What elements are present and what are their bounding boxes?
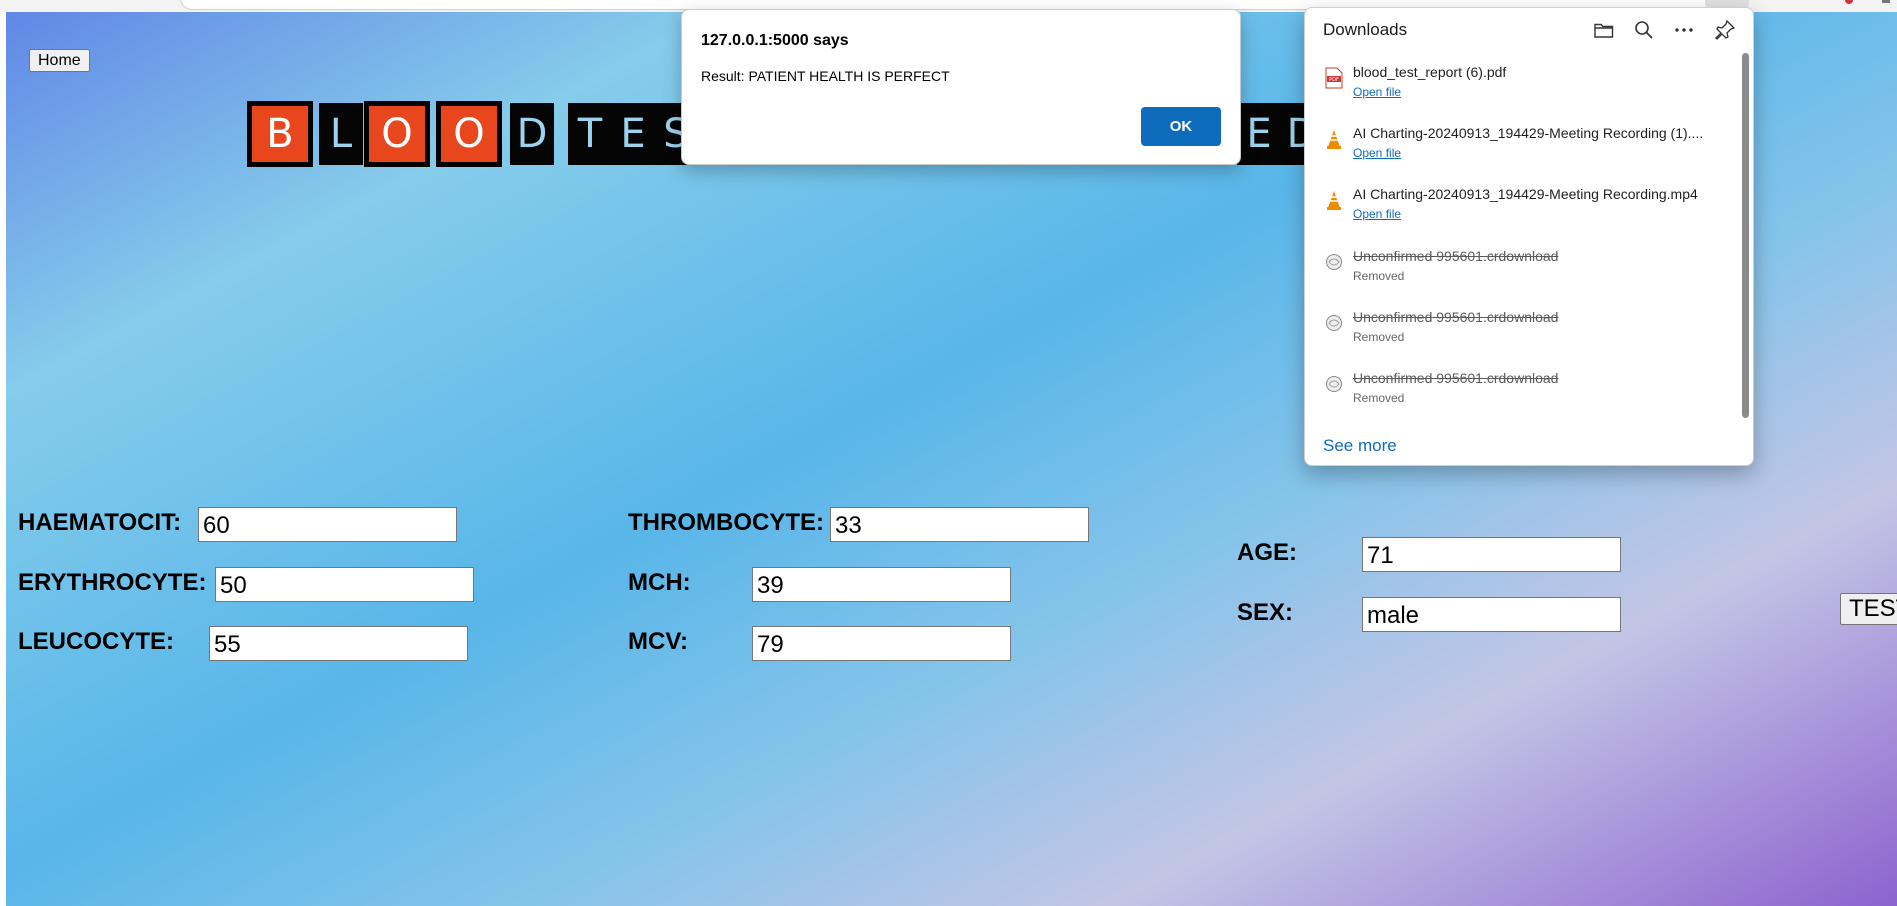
test-button[interactable]: TEST [1840, 593, 1897, 625]
search-icon[interactable] [1632, 18, 1656, 42]
erythrocyte-label: ERYTHROCYTE: [18, 569, 207, 596]
downloads-scrollbar[interactable] [1742, 53, 1749, 418]
alert-message: Result: PATIENT HEALTH IS PERFECT [701, 68, 950, 84]
download-status: Removed [1353, 391, 1405, 405]
downloads-title: Downloads [1323, 20, 1408, 39]
sex-input[interactable] [1362, 597, 1621, 632]
haematocit-input[interactable] [198, 507, 457, 542]
download-filename: Unconfirmed 995601.crdownload [1353, 309, 1559, 325]
toolbar-button[interactable] [1882, 0, 1890, 3]
download-filename: AI Charting-20240913_194429-Meeting Reco… [1353, 125, 1704, 141]
mcv-label: MCV: [628, 628, 688, 655]
download-status: Removed [1353, 269, 1405, 283]
notification-badge [1845, 0, 1853, 4]
download-item[interactable]: Unconfirmed 995601.crdownload Removed [1305, 240, 1735, 298]
open-file-link[interactable]: Open file [1353, 85, 1401, 99]
leucocyte-input[interactable] [209, 626, 468, 661]
thrombocyte-input[interactable] [830, 507, 1089, 542]
download-item[interactable]: Unconfirmed 995601.crdownload Removed [1305, 362, 1735, 420]
logo-tile: E [1237, 103, 1281, 165]
home-button[interactable]: Home [29, 49, 90, 72]
logo-tile: E [611, 103, 655, 165]
age-input[interactable] [1362, 537, 1621, 572]
downloads-panel: Downloads PDF blood_test_report (6).pdf … [1304, 7, 1754, 466]
removed-file-icon [1326, 254, 1342, 270]
erythrocyte-input[interactable] [215, 567, 474, 602]
thrombocyte-label: THROMBOCYTE: [628, 509, 824, 536]
download-filename: AI Charting-20240913_194429-Meeting Reco… [1353, 186, 1698, 202]
mcv-input[interactable] [752, 626, 1011, 661]
logo-tile: L [319, 103, 363, 165]
download-item[interactable]: PDF blood_test_report (6).pdf Open file [1305, 56, 1735, 114]
alert-dialog: 127.0.0.1:5000 says Result: PATIENT HEAL… [681, 9, 1241, 165]
ok-button[interactable]: OK [1141, 107, 1221, 146]
logo-tile: O [438, 103, 500, 165]
logo-tile: D [510, 103, 554, 165]
removed-file-icon [1326, 315, 1342, 331]
download-filename: blood_test_report (6).pdf [1353, 64, 1507, 80]
open-file-link[interactable]: Open file [1353, 207, 1401, 221]
mch-input[interactable] [752, 567, 1011, 602]
pdf-icon: PDF [1325, 67, 1343, 89]
vlc-icon [1327, 191, 1341, 210]
open-file-link[interactable]: Open file [1353, 146, 1401, 160]
svg-text:PDF: PDF [1329, 77, 1339, 83]
removed-file-icon [1326, 376, 1342, 392]
see-more-link[interactable]: See more [1323, 436, 1397, 456]
vlc-icon [1327, 130, 1341, 149]
download-item[interactable]: Unconfirmed 995601.crdownload Removed [1305, 301, 1735, 359]
mch-label: MCH: [628, 569, 691, 596]
logo-tile: T [568, 103, 612, 165]
download-filename: Unconfirmed 995601.crdownload [1353, 370, 1559, 386]
logo-tile: O [366, 103, 428, 165]
download-item[interactable]: AI Charting-20240913_194429-Meeting Reco… [1305, 117, 1735, 175]
age-label: AGE: [1237, 539, 1297, 566]
pin-icon[interactable] [1713, 18, 1737, 42]
logo-tile: B [249, 103, 311, 165]
more-icon[interactable] [1672, 18, 1696, 42]
folder-icon[interactable] [1592, 18, 1616, 42]
download-item[interactable]: AI Charting-20240913_194429-Meeting Reco… [1305, 178, 1735, 236]
leucocyte-label: LEUCOCYTE: [18, 628, 174, 655]
alert-title: 127.0.0.1:5000 says [701, 32, 849, 49]
haematocit-label: HAEMATOCIT: [18, 509, 182, 536]
download-status: Removed [1353, 330, 1405, 344]
sex-label: SEX: [1237, 599, 1294, 626]
download-filename: Unconfirmed 995601.crdownload [1353, 248, 1559, 264]
